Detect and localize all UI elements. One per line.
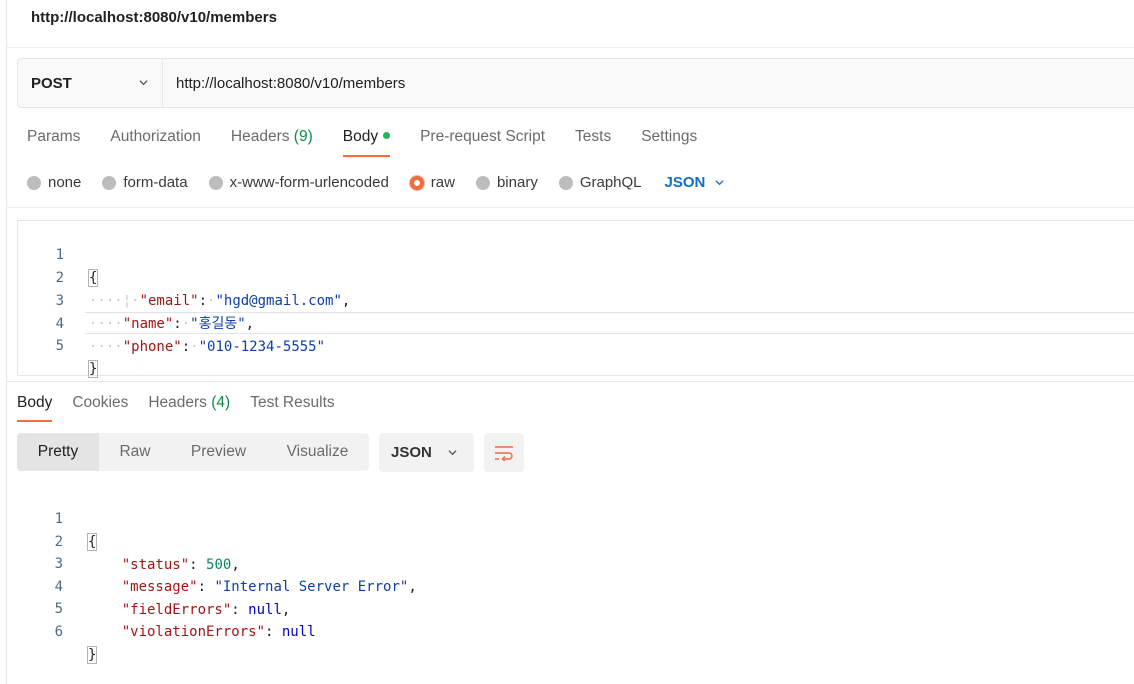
method-select[interactable]: POST xyxy=(18,59,163,107)
json-key: "phone" xyxy=(122,339,182,355)
divider xyxy=(7,47,1134,48)
code-line: 2 "status": 500, xyxy=(17,508,240,573)
json-key: "message" xyxy=(121,579,198,595)
wrap-lines-button[interactable] xyxy=(484,433,524,472)
json-value: "hgd@gmail.com" xyxy=(215,293,342,309)
code-line: 1 { xyxy=(17,485,98,551)
radio-binary-label: binary xyxy=(496,174,538,191)
tab-response-headers[interactable]: Headers (4) xyxy=(148,394,230,422)
close-brace: } xyxy=(86,646,98,664)
body-format-select[interactable]: JSON xyxy=(665,174,725,191)
code-line: 4 ····"phone":·"010-1234-5555" xyxy=(18,290,325,355)
request-tabs: Params Authorization Headers (9) Body Pr… xyxy=(27,128,727,157)
code-line: 3 "message": "Internal Server Error", xyxy=(17,530,417,595)
radio-urlencoded-label: x-www-form-urlencoded xyxy=(229,174,389,191)
radio-raw-label: raw xyxy=(430,174,455,191)
radio-off-icon xyxy=(27,175,41,190)
chevron-down-icon xyxy=(448,450,457,456)
url-bar: POST http://localhost:8080/v10/members xyxy=(17,58,1134,108)
tab-authorization[interactable]: Authorization xyxy=(110,128,200,156)
radio-off-icon xyxy=(208,175,223,190)
chevron-down-icon xyxy=(715,180,724,186)
request-title: http://localhost:8080/v10/members xyxy=(31,9,277,26)
chevron-down-icon xyxy=(139,80,148,86)
radio-off-icon xyxy=(102,175,117,190)
tab-cookies[interactable]: Cookies xyxy=(72,394,128,422)
view-preview[interactable]: Preview xyxy=(171,433,266,471)
body-format-label: JSON xyxy=(664,174,706,191)
tab-response-body[interactable]: Body xyxy=(17,394,53,422)
view-pretty[interactable]: Pretty xyxy=(17,433,99,471)
response-format-label: JSON xyxy=(391,444,432,461)
open-brace: { xyxy=(87,269,99,287)
url-input[interactable]: http://localhost:8080/v10/members xyxy=(163,75,405,92)
view-visualize[interactable]: Visualize xyxy=(266,433,369,471)
json-value: null xyxy=(248,602,282,618)
json-value: "Internal Server Error" xyxy=(214,579,409,595)
wrap-lines-icon xyxy=(495,445,513,461)
green-dot-icon xyxy=(383,132,391,139)
response-body-viewer: 1 { 2 "status": 500, 3 "message": "Inter… xyxy=(17,485,1134,664)
response-view-switcher: Pretty Raw Preview Visualize xyxy=(17,433,369,471)
radio-off-icon xyxy=(558,175,573,190)
headers-count: (9) xyxy=(293,128,313,145)
json-key: "violationErrors" xyxy=(121,624,266,640)
radio-none[interactable]: none xyxy=(27,174,81,191)
json-value: null xyxy=(281,624,316,640)
response-format-select[interactable]: JSON xyxy=(379,433,474,472)
code-line: 2 ····¦·"email":·"hgd@gmail.com", xyxy=(18,244,351,309)
tab-headers[interactable]: Headers (9) xyxy=(231,128,313,156)
line-number: 6 xyxy=(54,624,63,640)
json-value: 500 xyxy=(206,557,232,573)
close-brace: } xyxy=(87,360,99,378)
radio-none-label: none xyxy=(48,174,82,191)
view-raw[interactable]: Raw xyxy=(99,433,171,471)
tab-test-results[interactable]: Test Results xyxy=(250,394,334,422)
radio-binary[interactable]: binary xyxy=(475,174,538,191)
code-line: 5 } xyxy=(18,312,99,378)
tab-headers-label: Headers xyxy=(230,128,290,145)
radio-urlencoded[interactable]: x-www-form-urlencoded xyxy=(208,174,389,191)
line-number: 5 xyxy=(55,338,64,354)
left-border xyxy=(6,0,7,684)
radio-form-data-label: form-data xyxy=(123,174,188,191)
json-key: "status" xyxy=(121,557,190,573)
code-line: 1 { xyxy=(18,221,99,287)
divider xyxy=(7,381,1134,382)
tab-tests[interactable]: Tests xyxy=(575,128,611,156)
response-headers-count: (4) xyxy=(211,394,231,411)
json-key: "name" xyxy=(122,316,174,332)
json-key: "fieldErrors" xyxy=(121,602,232,618)
divider xyxy=(7,207,1134,208)
tab-params[interactable]: Params xyxy=(27,128,80,156)
json-key: "email" xyxy=(139,293,199,309)
response-tabs: Body Cookies Headers (4) Test Results xyxy=(17,394,355,422)
open-brace: { xyxy=(86,533,98,551)
radio-raw[interactable]: raw xyxy=(409,174,455,191)
radio-graphql[interactable]: GraphQL xyxy=(558,174,642,191)
tab-pre-request-script[interactable]: Pre-request Script xyxy=(420,128,545,156)
radio-off-icon xyxy=(475,175,490,190)
tab-body[interactable]: Body xyxy=(342,128,391,157)
json-value: "010-1234-5555" xyxy=(198,339,326,355)
radio-on-icon xyxy=(409,175,424,190)
code-line: 5 "violationErrors": null xyxy=(17,575,316,640)
tab-settings[interactable]: Settings xyxy=(641,128,697,156)
method-label: POST xyxy=(31,74,72,92)
tab-response-headers-label: Headers xyxy=(148,394,207,411)
json-value: "홍길동" xyxy=(190,316,246,332)
radio-graphql-label: GraphQL xyxy=(579,174,642,191)
code-line: 4 "fieldErrors": null, xyxy=(17,553,291,618)
tab-body-label: Body xyxy=(342,128,379,145)
body-type-options: none form-data x-www-form-urlencoded raw… xyxy=(27,174,724,191)
code-line: 3 ····"name":·"홍길동", xyxy=(18,267,255,332)
code-line: 6 } xyxy=(17,598,98,664)
request-body-editor[interactable]: 1 { 2 ····¦·"email":·"hgd@gmail.com", 3 … xyxy=(17,220,1134,378)
radio-form-data[interactable]: form-data xyxy=(102,174,188,191)
